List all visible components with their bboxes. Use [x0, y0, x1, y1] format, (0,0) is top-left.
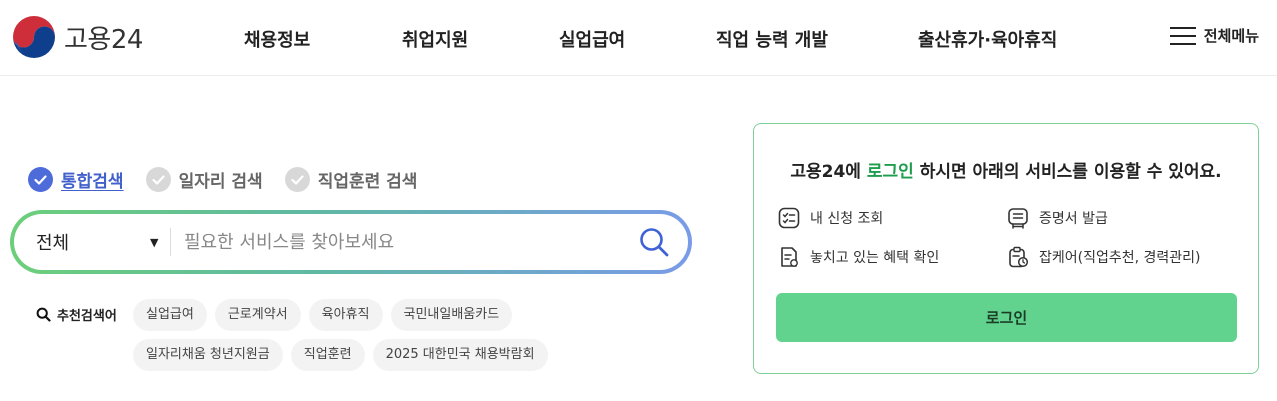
korea-emblem-icon — [13, 16, 55, 58]
all-menu-label: 전체메뉴 — [1203, 27, 1259, 45]
tab-label: 통합검색 — [61, 172, 124, 192]
site-logo[interactable]: 고용24 — [12, 15, 143, 59]
clipboard-clock-icon — [1009, 246, 1029, 268]
service-label: 내 신청 조회 — [810, 211, 884, 227]
certificate-icon — [1008, 208, 1028, 229]
nav-item-jobs[interactable]: 채용정보 — [244, 26, 310, 52]
service-label: 놓치고 있는 혜택 확인 — [810, 250, 940, 266]
recommend-label-text: 추천검색어 — [57, 309, 117, 324]
login-message: 고용24에 로그인 하시면 아래의 서비스를 이용할 수 있어요. — [754, 157, 1258, 182]
service-my-applications[interactable]: 내 신청 조회 — [778, 207, 883, 229]
list-check-icon — [778, 207, 800, 229]
divider — [170, 228, 171, 256]
all-menu-button[interactable]: 전체메뉴 — [1169, 25, 1259, 46]
service-label: 잡케어(직업추천, 경력관리) — [1039, 250, 1201, 266]
service-certificate[interactable]: 증명서 발급 — [1007, 207, 1108, 229]
nav-item-parental-leave[interactable]: 출산휴가·육아휴직 — [918, 26, 1057, 52]
category-select[interactable]: 전체 ▼ — [36, 214, 166, 270]
tab-label: 직업훈련 검색 — [317, 172, 418, 192]
message-prefix: 고용24에 — [790, 162, 867, 182]
hamburger-icon — [1169, 26, 1196, 46]
keyword-chip[interactable]: 실업급여 — [133, 299, 207, 331]
service-missed-benefits[interactable]: 놓치고 있는 혜택 확인 — [778, 246, 939, 268]
login-button[interactable]: 로그인 — [776, 293, 1237, 342]
check-circle-icon — [284, 167, 310, 192]
search-icon[interactable] — [638, 226, 670, 258]
search-input[interactable] — [184, 222, 624, 262]
recommend-label: 추천검색어 — [36, 305, 117, 324]
category-value: 전체 — [36, 233, 70, 254]
keyword-chip[interactable]: 직업훈련 — [290, 339, 365, 371]
site-header: 고용24 채용정보 취업지원 실업급여 직업 능력 개발 출산휴가·육아휴직 전… — [0, 0, 1277, 76]
tab-training-search[interactable]: 직업훈련 검색 — [284, 167, 418, 192]
message-suffix: 하시면 아래의 서비스를 이용할 수 있어요. — [913, 162, 1222, 182]
message-highlight: 로그인 — [866, 162, 914, 182]
keyword-chip[interactable]: 근로계약서 — [214, 299, 301, 331]
keyword-chip[interactable]: 일자리채움 청년지원금 — [133, 339, 283, 371]
service-jobcare[interactable]: 잡케어(직업추천, 경력관리) — [1007, 246, 1201, 268]
caret-down-icon: ▼ — [150, 236, 159, 249]
check-circle-icon — [28, 167, 53, 192]
benefit-doc-icon — [781, 247, 798, 267]
service-label: 증명서 발급 — [1039, 211, 1108, 227]
search-small-icon — [36, 307, 51, 322]
tab-integrated-search[interactable]: 통합검색 — [28, 167, 124, 192]
nav-item-skills-development[interactable]: 직업 능력 개발 — [716, 26, 828, 52]
nav-item-unemployment-benefits[interactable]: 실업급여 — [559, 26, 625, 52]
check-circle-icon — [145, 167, 171, 192]
nav-item-employment-support[interactable]: 취업지원 — [402, 26, 468, 52]
keyword-chips: 실업급여 근로계약서 육아휴직 국민내일배움카드 일자리채움 청년지원금 직업훈… — [133, 299, 673, 379]
search-tabs: 통합검색 일자리 검색 직업훈련 검색 — [28, 167, 439, 192]
keyword-chip[interactable]: 2025 대한민국 채용박람회 — [372, 339, 548, 371]
tab-label: 일자리 검색 — [178, 172, 263, 192]
tab-job-search[interactable]: 일자리 검색 — [145, 167, 263, 192]
login-card: 고용24에 로그인 하시면 아래의 서비스를 이용할 수 있어요. 내 신청 조… — [753, 123, 1259, 374]
search-box: 전체 ▼ — [10, 210, 692, 274]
keyword-chip[interactable]: 국민내일배움카드 — [390, 299, 513, 331]
keyword-chip[interactable]: 육아휴직 — [308, 299, 383, 331]
logo-text: 고용24 — [64, 24, 143, 55]
